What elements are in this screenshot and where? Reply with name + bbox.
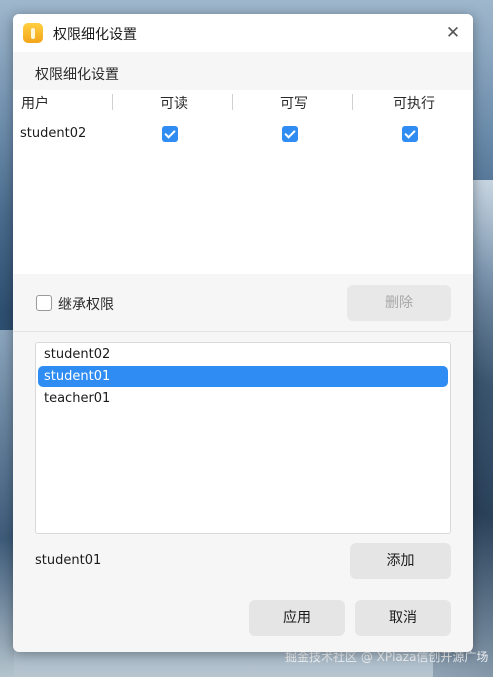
execute-checkbox[interactable] [402, 126, 418, 142]
permission-table: 用户 可读 可写 可执行 student02 [13, 90, 473, 274]
section-title: 权限细化设置 [35, 67, 119, 83]
read-checkbox[interactable] [162, 126, 178, 142]
inherit-checkbox[interactable] [36, 295, 52, 311]
title-bar: 权限细化设置 ✕ [13, 14, 473, 52]
inherit-row: 继承权限 删除 [13, 275, 473, 331]
add-button[interactable]: 添加 [350, 543, 451, 579]
user-list[interactable]: student02 student01 teacher01 [35, 342, 451, 534]
divider [13, 331, 473, 332]
permission-row[interactable]: student02 [13, 124, 473, 146]
list-item[interactable]: teacher01 [38, 388, 448, 409]
selected-user-label: student01 [35, 553, 102, 568]
cancel-button[interactable]: 取消 [355, 600, 451, 636]
delete-button[interactable]: 删除 [347, 285, 451, 321]
close-icon[interactable]: ✕ [441, 21, 465, 45]
permission-row-user: student02 [20, 126, 87, 141]
dialog-title: 权限细化设置 [53, 27, 137, 43]
inherit-label: 继承权限 [58, 297, 114, 313]
wallpaper-mountain-left [0, 330, 14, 677]
header-separator [232, 94, 233, 110]
lock-icon [23, 23, 43, 43]
write-checkbox[interactable] [282, 126, 298, 142]
header-execute: 可执行 [393, 96, 435, 112]
header-write: 可写 [280, 96, 308, 112]
list-item[interactable]: student02 [38, 344, 448, 365]
apply-button[interactable]: 应用 [249, 600, 345, 636]
permission-table-header: 用户 可读 可写 可执行 [13, 90, 473, 114]
list-item-selected[interactable]: student01 [38, 366, 448, 387]
header-separator [112, 94, 113, 110]
header-separator [352, 94, 353, 110]
header-read: 可读 [160, 96, 188, 112]
header-user: 用户 [21, 96, 49, 112]
permission-dialog: 权限细化设置 ✕ 权限细化设置 用户 可读 可写 可执行 student02 继… [13, 14, 473, 652]
